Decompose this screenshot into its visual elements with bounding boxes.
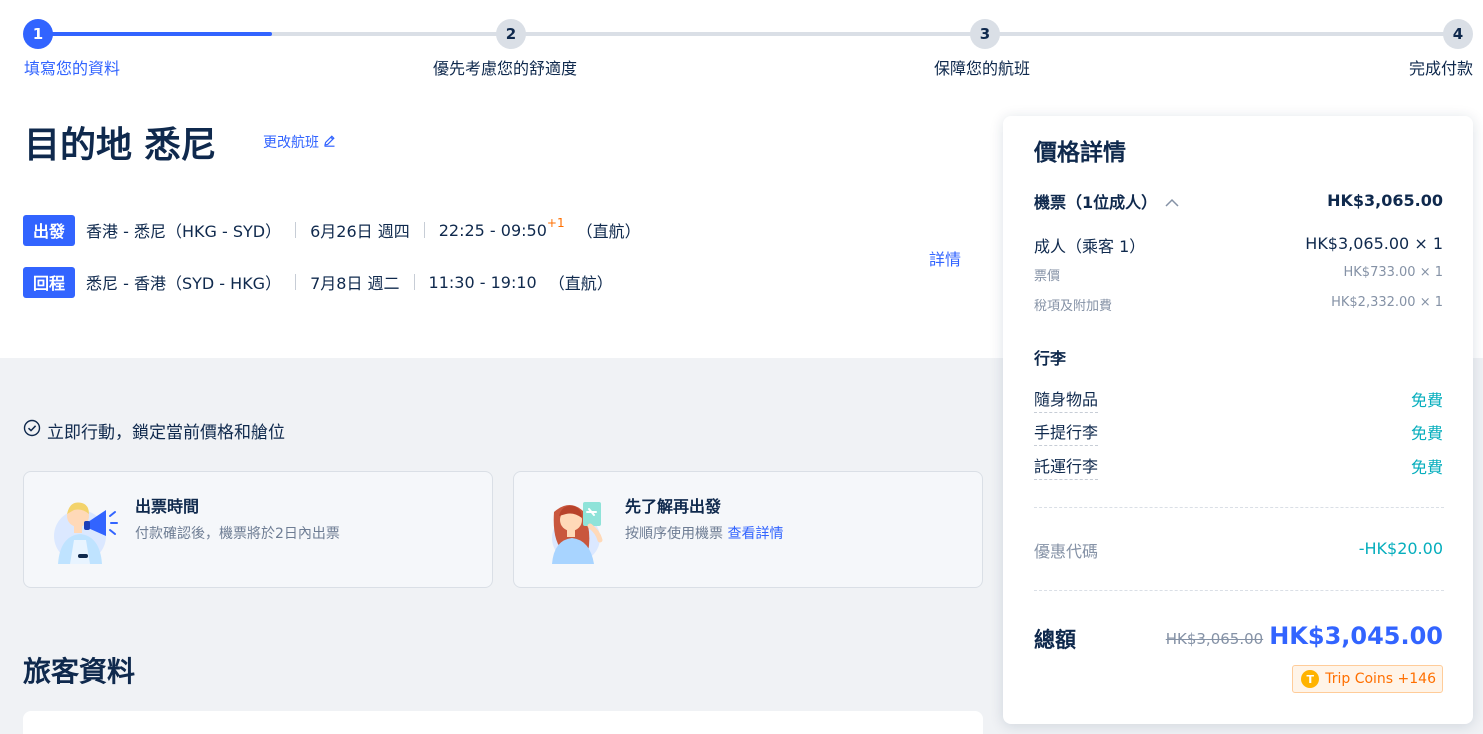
ticket-total: HK$3,065.00 xyxy=(1327,191,1443,210)
original-total-price: HK$3,065.00 xyxy=(1165,630,1264,648)
coupon-label: 優惠代碼 xyxy=(1034,542,1099,561)
coin-icon: T xyxy=(1301,670,1320,688)
outbound-stops: （直航） xyxy=(576,222,641,241)
adult-label: 成人（乘客 1） xyxy=(1034,237,1146,256)
total-label: 總額 xyxy=(1034,628,1076,652)
checked-baggage-label[interactable]: 託運行李 xyxy=(1034,453,1099,480)
check-circle-icon xyxy=(23,419,41,442)
divider xyxy=(295,222,297,238)
know-before-description-row: 按順序使用機票 查看詳情 xyxy=(625,523,783,543)
return-segment: 回程 悉尼 - 香港（SYD - HKG） 7月8日 週二 11:30 - 19… xyxy=(23,266,613,298)
divider xyxy=(423,222,425,238)
ticket-breakdown-toggle[interactable]: 機票（1位成人） xyxy=(1034,189,1179,213)
return-times: 11:30 - 19:10 xyxy=(428,272,537,292)
tax-label: 稅項及附加費 xyxy=(1034,299,1113,314)
traveler-info-title: 旅客資料 xyxy=(23,655,136,688)
stepper-progress-fill xyxy=(38,32,272,36)
step-2-label: 優先考慮您的舒適度 xyxy=(433,59,578,78)
return-stops: （直航） xyxy=(548,274,613,293)
fare-value: HK$733.00 × 1 xyxy=(1343,265,1444,280)
step-1-label: 填寫您的資料 xyxy=(24,59,121,78)
change-flight-link[interactable]: 更改航班 xyxy=(263,132,336,152)
baggage-title: 行李 xyxy=(1034,349,1067,368)
coupon-value: -HK$20.00 xyxy=(1358,539,1443,558)
booking-page: 1 2 3 4 填寫您的資料 優先考慮您的舒適度 保障您的航班 完成付款 目的地… xyxy=(0,0,1483,734)
step-4-label: 完成付款 xyxy=(1408,59,1473,78)
price-details-panel: 價格詳情 機票（1位成人） HK$3,065.00 成人（乘客 1） HK$3,… xyxy=(1003,116,1473,724)
divider xyxy=(1034,507,1444,508)
tax-value: HK$2,332.00 × 1 xyxy=(1331,295,1443,310)
outbound-date: 6月26日 週四 xyxy=(310,222,410,241)
destination-title: 目的地 悉尼 xyxy=(24,125,217,166)
ticketing-time-title: 出票時間 xyxy=(135,497,200,516)
step-1-dot: 1 xyxy=(23,19,53,49)
carry-on-value: 免費 xyxy=(1410,424,1443,443)
return-badge: 回程 xyxy=(23,266,76,298)
lock-price-notice: 立即行動，鎖定當前價格和艙位 xyxy=(23,418,285,443)
trip-coins-badge: T Trip Coins +146 xyxy=(1292,665,1443,693)
megaphone-agent-illustration-icon xyxy=(48,492,120,564)
outbound-plus-day: +1 xyxy=(546,216,565,230)
chevron-up-icon xyxy=(1165,192,1179,211)
trip-coins-box: T Trip Coins +146 xyxy=(1292,665,1443,693)
personal-item-label[interactable]: 隨身物品 xyxy=(1034,386,1099,413)
lock-notice-text: 立即行動，鎖定當前價格和艙位 xyxy=(47,423,285,443)
know-before-description: 按順序使用機票 xyxy=(625,526,723,542)
divider xyxy=(413,274,415,290)
return-date: 7月8日 週二 xyxy=(310,274,400,293)
step-4-dot: 4 xyxy=(1443,19,1473,49)
step-3-dot: 3 xyxy=(970,19,1000,49)
know-before-you-go-card: 先了解再出發 按順序使用機票 查看詳情 xyxy=(513,471,983,588)
ticket-label: 機票（1位成人） xyxy=(1034,193,1158,212)
total-price: HK$3,045.00 xyxy=(1269,622,1443,650)
edit-icon xyxy=(323,134,336,151)
divider xyxy=(1034,590,1444,591)
progress-stepper: 1 2 3 4 填寫您的資料 優先考慮您的舒適度 保障您的航班 完成付款 xyxy=(0,0,1483,90)
step-2-dot: 2 xyxy=(496,19,526,49)
traveler-form-card: 乘客 xyxy=(23,711,983,734)
view-details-link[interactable]: 查看詳情 xyxy=(727,526,783,542)
adult-value: HK$3,065.00 × 1 xyxy=(1305,234,1443,253)
total-price-group: HK$3,065.00 HK$3,045.00 xyxy=(1166,622,1443,650)
traveler-card-heading: 乘客 xyxy=(43,729,75,734)
outbound-badge: 出發 xyxy=(23,214,76,246)
personal-item-value: 免費 xyxy=(1410,391,1443,410)
flight-details-link[interactable]: 詳情 xyxy=(929,246,961,270)
outbound-route: 香港 - 悉尼（HKG - SYD） xyxy=(86,222,282,241)
traveler-ticket-illustration-icon xyxy=(538,492,610,564)
outbound-segment: 出發 香港 - 悉尼（HKG - SYD） 6月26日 週四 22:25 - 0… xyxy=(23,214,641,246)
trip-coins-text: Trip Coins +146 xyxy=(1325,671,1436,687)
checked-baggage-value: 免費 xyxy=(1410,458,1443,477)
know-before-title: 先了解再出發 xyxy=(625,497,722,516)
divider xyxy=(295,274,297,290)
change-flight-label: 更改航班 xyxy=(263,135,319,151)
step-3-label: 保障您的航班 xyxy=(934,59,1031,78)
outbound-times: 22:25 - 09:50 xyxy=(438,220,547,240)
fare-label: 票價 xyxy=(1034,269,1061,284)
price-details-title: 價格詳情 xyxy=(1034,140,1126,166)
ticketing-time-description: 付款確認後，機票將於2日內出票 xyxy=(135,526,340,542)
ticketing-time-card: 出票時間 付款確認後，機票將於2日內出票 xyxy=(23,471,493,588)
return-route: 悉尼 - 香港（SYD - HKG） xyxy=(86,274,282,293)
carry-on-label[interactable]: 手提行李 xyxy=(1034,419,1099,446)
